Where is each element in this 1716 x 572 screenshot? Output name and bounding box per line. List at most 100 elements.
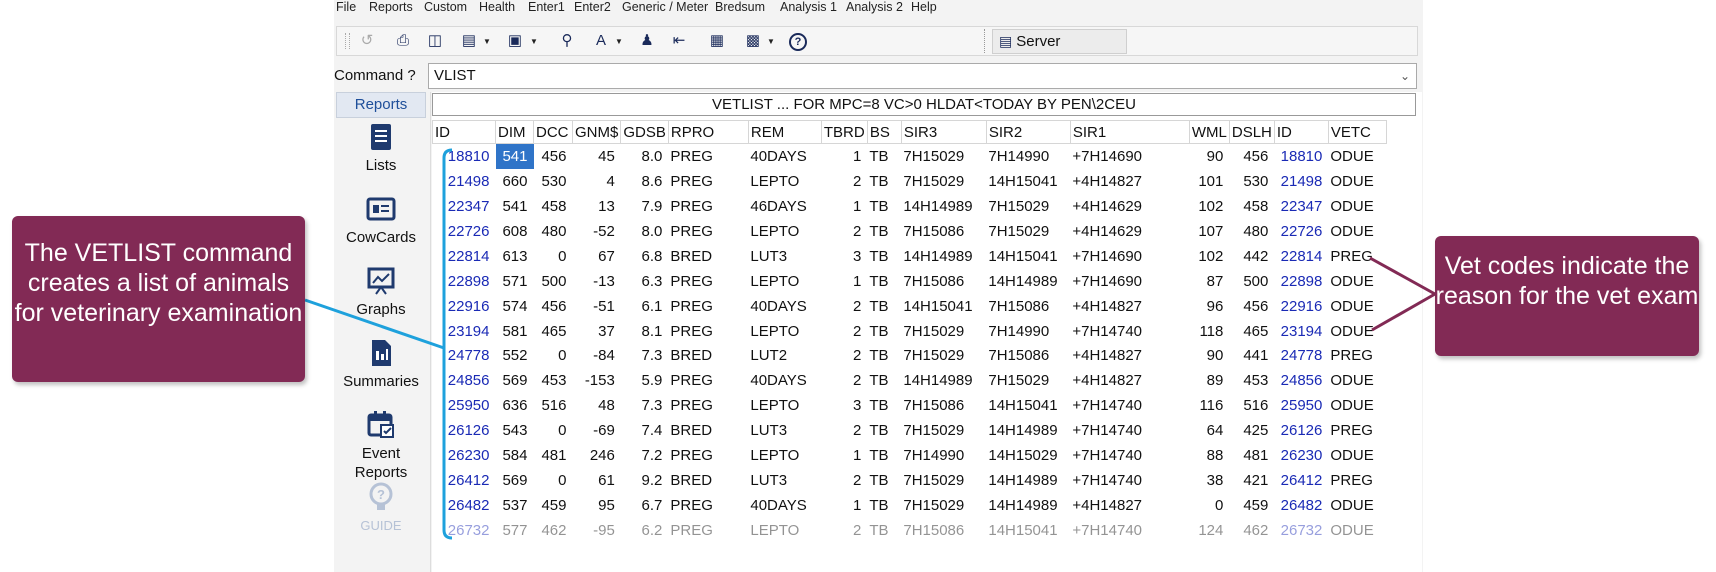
cell-id[interactable]: 26230 (1274, 443, 1328, 468)
dropdown-caret-icon[interactable]: ▼ (767, 31, 775, 51)
column-header-wml[interactable]: WML (1188, 120, 1230, 144)
table-row[interactable]: 26482 537 459 95 6.7 PREG 40DAYS 1 TB 7H15029 14H1… (433, 493, 1387, 518)
cell-id[interactable]: 26412 (433, 468, 496, 493)
cell-id[interactable]: 26126 (1274, 418, 1328, 443)
cell-id[interactable]: 23194 (433, 319, 496, 344)
help-icon[interactable]: ? (789, 33, 807, 51)
table-row[interactable]: 22814 613 0 67 6.8 BRED LUT3 3 TB 14H14989 14H1504… (433, 244, 1387, 269)
cell-id[interactable]: 22814 (1274, 244, 1328, 269)
dropdown-caret-icon[interactable]: ▼ (530, 31, 538, 51)
table-row[interactable]: 22916 574 456 -51 6.1 PREG 40DAYS 2 TB 14H15041 7H… (433, 294, 1387, 319)
table-row[interactable]: 26230 584 481 246 7.2 PREG LEPTO 1 TB 7H14990 14H1… (433, 443, 1387, 468)
column-header-gnm-[interactable]: GNM$ (571, 120, 622, 144)
cell-id[interactable]: 22898 (1274, 269, 1328, 294)
table-row[interactable]: 26732 577 462 -95 6.2 PREG LEPTO 2 TB 7H15086 14H1… (433, 518, 1387, 543)
cell-id[interactable]: 26230 (433, 443, 496, 468)
table-row[interactable]: 24778 552 0 -84 7.3 BRED LUT2 2 TB 7H15029 7H15086… (433, 344, 1387, 369)
menu-item-bredsum[interactable]: Bredsum (715, 0, 765, 14)
sidebar-item-summaries[interactable]: Summaries (334, 338, 428, 391)
cell-id[interactable]: 22916 (433, 294, 496, 319)
column-header-gdsb[interactable]: GDSB (620, 120, 669, 144)
menu-item-enter1[interactable]: Enter1 (528, 0, 565, 14)
cell-id[interactable]: 26732 (1274, 518, 1328, 543)
cell-id[interactable]: 22726 (1274, 219, 1328, 244)
back-icon[interactable]: ↺ (357, 31, 377, 51)
cell-id[interactable]: 22347 (433, 194, 496, 219)
menu-item-file[interactable]: File (336, 0, 356, 14)
table-row[interactable]: 24856 569 453 -153 5.9 PREG 40DAYS 2 TB 14H14989 7… (433, 368, 1387, 393)
column-header-tbrd[interactable]: TBRD (820, 120, 868, 144)
column-header-rem[interactable]: REM (747, 120, 822, 144)
menu-item-custom[interactable]: Custom (424, 0, 467, 14)
column-header-id[interactable]: ID (432, 120, 496, 144)
cell-id[interactable]: 23194 (1274, 319, 1328, 344)
cell-id[interactable]: 24856 (433, 368, 496, 393)
toolbar-grip[interactable] (345, 33, 350, 49)
card-icon[interactable]: ▩ (743, 31, 763, 51)
dropdown-caret-icon[interactable]: ▼ (483, 31, 491, 51)
document-icon[interactable]: ▤ (459, 31, 479, 51)
sidebar-item-guide[interactable]: ? GUIDE (334, 482, 428, 535)
chevron-down-icon[interactable]: ⌄ (1400, 64, 1410, 88)
column-header-dslh[interactable]: DSLH (1228, 120, 1275, 144)
sidebar-item-lists[interactable]: Lists (334, 122, 428, 175)
sidebar-item-event-reports[interactable]: Event Reports (334, 410, 428, 482)
cell-id[interactable]: 22814 (433, 244, 496, 269)
menu-item-health[interactable]: Health (479, 0, 515, 14)
person-icon[interactable]: ♟ (637, 31, 657, 51)
table-row[interactable]: 18810 541 456 45 8.0 PREG 40DAYS 1 TB 7H15029 7H14… (433, 143, 1387, 169)
cell-id[interactable]: 21498 (433, 169, 496, 194)
menu-item-analysis-2[interactable]: Analysis 2 (846, 0, 903, 14)
font-icon[interactable]: A (591, 31, 611, 51)
table-row[interactable]: 22898 571 500 -13 6.3 PREG LEPTO 1 TB 7H15086 14H1… (433, 269, 1387, 294)
table-row[interactable]: 23194 581 465 37 8.1 PREG LEPTO 2 TB 7H15029 7H149… (433, 319, 1387, 344)
search-icon[interactable]: ⚲ (557, 31, 577, 51)
column-header-sir3[interactable]: SIR3 (900, 120, 987, 144)
column-header-bs[interactable]: BS (866, 120, 902, 144)
cell-id[interactable]: 24856 (1274, 368, 1328, 393)
cell-id[interactable]: 22726 (433, 219, 496, 244)
cell-id[interactable]: 24778 (433, 344, 496, 369)
cell-id[interactable]: 18810 (433, 144, 496, 169)
table-row[interactable]: 22726 608 480 -52 8.0 PREG LEPTO 2 TB 7H15086 7H15… (433, 219, 1387, 244)
cell-id[interactable]: 26126 (433, 418, 496, 443)
cell-id[interactable]: 21498 (1274, 169, 1328, 194)
print-icon[interactable]: ⎙ (393, 31, 413, 51)
sidebar-item-cowcards[interactable]: CowCards (334, 194, 428, 247)
table-row[interactable]: 22347 541 458 13 7.9 PREG 46DAYS 1 TB 14H14989 7H1… (433, 194, 1387, 219)
cell-id[interactable]: 22898 (433, 269, 496, 294)
cell-id[interactable]: 25950 (1274, 393, 1328, 418)
column-header-dim[interactable]: DIM (495, 120, 534, 144)
cell-id[interactable]: 18810 (1274, 144, 1328, 169)
table-row[interactable]: 26126 543 0 -69 7.4 BRED LUT3 2 TB 7H15029 14H1498… (433, 418, 1387, 443)
cell-id[interactable]: 26482 (1274, 493, 1328, 518)
menu-item-help[interactable]: Help (911, 0, 937, 14)
export-icon[interactable]: ⇤ (669, 31, 689, 51)
save-icon[interactable]: ▣ (505, 31, 525, 51)
dropdown-caret-icon[interactable]: ▼ (615, 31, 623, 51)
server-button[interactable]: ▤ Server (992, 29, 1127, 54)
tab-reports[interactable]: Reports (336, 92, 426, 118)
column-header-rpro[interactable]: RPRO (667, 120, 749, 144)
column-header-vetc[interactable]: VETC (1327, 120, 1387, 144)
cell-id[interactable]: 25950 (433, 393, 496, 418)
column-header-sir2[interactable]: SIR2 (985, 120, 1071, 144)
cell-id[interactable]: 22916 (1274, 294, 1328, 319)
cell-id[interactable]: 26482 (433, 493, 496, 518)
sidebar-item-graphs[interactable]: Graphs (334, 266, 428, 319)
cell-id[interactable]: 24778 (1274, 344, 1328, 369)
table-row[interactable]: 21498 660 530 4 8.6 PREG LEPTO 2 TB 7H15029 14H150… (433, 169, 1387, 194)
menu-item-generic-meter[interactable]: Generic / Meter (622, 0, 708, 14)
command-input[interactable]: VLIST ⌄ (428, 63, 1417, 89)
table-row[interactable]: 25950 636 516 48 7.3 PREG LEPTO 3 TB 7H15086 14H15… (433, 393, 1387, 418)
cell-id[interactable]: 26732 (433, 518, 496, 543)
menu-item-reports[interactable]: Reports (369, 0, 413, 14)
print-preview-icon[interactable]: ◫ (425, 31, 445, 51)
calendar-icon[interactable]: ▦ (707, 31, 727, 51)
cell-id[interactable]: 26412 (1274, 468, 1328, 493)
table-row[interactable]: 26412 569 0 61 9.2 BRED LUT3 2 TB 7H15029 14H14989… (433, 468, 1387, 493)
menu-item-analysis-1[interactable]: Analysis 1 (780, 0, 837, 14)
column-header-id[interactable]: ID (1273, 120, 1329, 144)
cell-id[interactable]: 22347 (1274, 194, 1328, 219)
column-header-dcc[interactable]: DCC (533, 120, 573, 144)
